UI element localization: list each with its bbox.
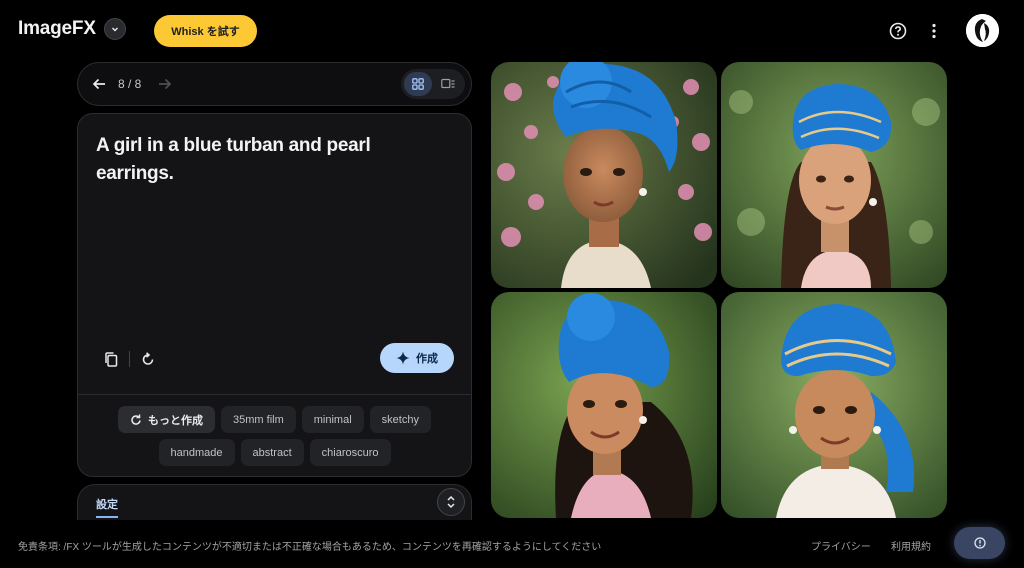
prompt-panel: A girl in a blue turban and pearl earrin… (77, 113, 472, 477)
prompt-tools (96, 343, 166, 375)
account-avatar[interactable] (966, 14, 999, 47)
portrait-image (721, 62, 947, 288)
help-icon (889, 22, 907, 40)
generated-image-3[interactable] (491, 292, 717, 518)
grid-view-button[interactable] (404, 72, 432, 96)
brand: ImageFX (18, 18, 126, 40)
try-whisk-button[interactable]: Whisk を試す (154, 15, 257, 47)
grid-view-icon (412, 78, 424, 90)
avatar-logo-icon (966, 14, 999, 47)
copy-icon (105, 351, 118, 367)
panel-divider (78, 394, 471, 395)
previous-button[interactable] (88, 73, 110, 95)
chip-row-2: handmade abstract chiaroscuro (158, 439, 391, 466)
style-chip-handmade[interactable]: handmade (158, 439, 235, 466)
settings-tab[interactable]: 設定 (96, 496, 118, 512)
reset-prompt-button[interactable] (133, 344, 163, 374)
prompt-textbox[interactable]: A girl in a blue turban and pearl earrin… (96, 132, 426, 188)
refresh-icon (131, 414, 141, 425)
style-chip-chiaroscuro[interactable]: chiaroscuro (309, 439, 391, 466)
more-create-chip[interactable]: もっと作成 (118, 406, 216, 433)
settings-tab-indicator (96, 516, 118, 518)
more-vert-icon (932, 23, 936, 39)
disclaimer-text: 免責条項: /FX ツールが生成したコンテンツが不適切または不正確な場合もあるた… (18, 542, 602, 553)
portrait-image (491, 292, 717, 518)
app-title: ImageFX (18, 18, 96, 39)
next-button[interactable] (154, 73, 176, 95)
reset-icon (142, 352, 154, 365)
style-chip-minimal[interactable]: minimal (301, 406, 364, 433)
create-label: 作成 (416, 353, 438, 365)
list-view-icon (441, 78, 455, 89)
generated-image-2[interactable] (721, 62, 947, 288)
help-button[interactable] (886, 19, 910, 43)
arrow-back-icon (92, 78, 105, 90)
style-chips: もっと作成 35mm film minimal sketchy handmade… (78, 406, 471, 466)
feedback-icon (973, 537, 986, 549)
settings-panel: 設定 (77, 484, 472, 520)
chip-row-1: もっと作成 35mm film minimal sketchy (118, 406, 431, 433)
generated-image-4[interactable] (721, 292, 947, 518)
more-options-button[interactable] (924, 19, 944, 43)
more-create-label: もっと作成 (148, 414, 204, 427)
app-switcher-dropdown[interactable] (103, 18, 126, 40)
image-navigation-bar: 8 / 8 (77, 62, 472, 106)
settings-expand-button[interactable] (437, 488, 465, 516)
style-chip-abstract[interactable]: abstract (240, 439, 304, 466)
single-view-button[interactable] (434, 72, 462, 96)
generated-image-1[interactable] (491, 62, 717, 288)
style-chip-35mm-film[interactable]: 35mm film (221, 406, 296, 433)
dropdown-icon (111, 27, 118, 32)
arrow-forward-icon (159, 78, 172, 90)
feedback-button[interactable] (954, 527, 1005, 559)
view-toggle (401, 69, 465, 99)
style-chip-sketchy[interactable]: sketchy (369, 406, 431, 433)
create-button[interactable]: 作成 (380, 343, 454, 373)
sparkle-icon (396, 351, 410, 365)
portrait-image (721, 292, 947, 518)
portrait-image (491, 62, 717, 288)
expand-icon (447, 495, 455, 509)
terms-link[interactable]: 利用規約 (891, 538, 931, 553)
copy-prompt-button[interactable] (96, 344, 126, 374)
image-counter: 8 / 8 (118, 77, 142, 91)
tool-divider (129, 351, 130, 367)
privacy-link[interactable]: プライバシー (811, 538, 871, 553)
